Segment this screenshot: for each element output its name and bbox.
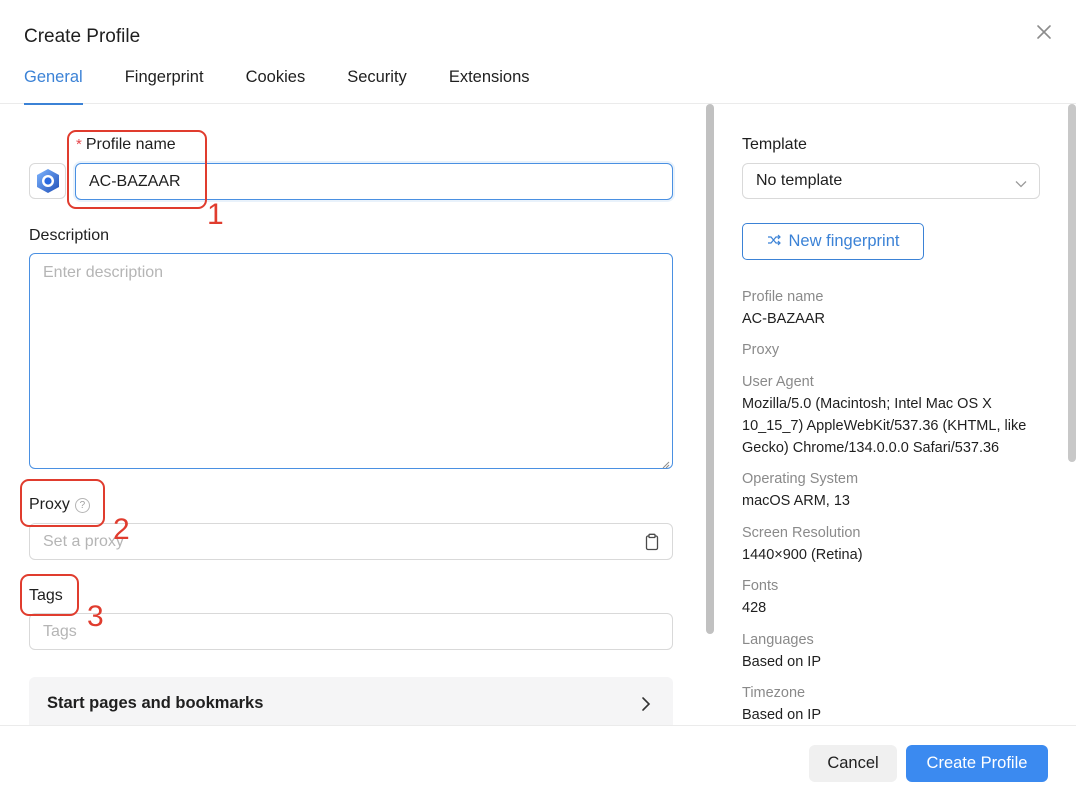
- info-fonts: Fonts 428: [742, 575, 1052, 619]
- template-label: Template: [742, 136, 807, 153]
- info-value: AC-BAZAAR: [742, 311, 825, 327]
- template-select[interactable]: No template: [742, 163, 1040, 199]
- proxy-label-text: Proxy: [29, 496, 70, 513]
- chevron-right-icon: [640, 695, 652, 713]
- chevron-down-icon: [1015, 176, 1027, 188]
- help-icon[interactable]: ?: [74, 498, 90, 513]
- description-label: Description: [29, 227, 110, 244]
- tab-cookies[interactable]: Cookies: [246, 66, 306, 104]
- info-key: Profile name: [742, 289, 824, 305]
- info-profile-name: Profile name AC-BAZAAR: [742, 286, 1052, 330]
- profile-name-label: * Profile name: [76, 135, 176, 155]
- general-form: *Profile name Description Proxy? Tags St…: [0, 104, 700, 725]
- info-key: Screen Resolution: [742, 525, 861, 541]
- info-operating-system: Operating System macOS ARM, 13: [742, 468, 1052, 512]
- dialog-footer: Cancel Create Profile: [0, 725, 1076, 800]
- resize-grip-icon[interactable]: [660, 456, 670, 469]
- tab-general[interactable]: General: [24, 66, 83, 105]
- info-value: Based on IP: [742, 654, 821, 670]
- profile-name-input[interactable]: [75, 163, 673, 200]
- info-value: 428: [742, 600, 767, 616]
- info-proxy: Proxy: [742, 339, 1052, 361]
- info-key: Operating System: [742, 471, 859, 487]
- shuffle-icon: [767, 232, 781, 251]
- close-icon[interactable]: [1032, 20, 1056, 44]
- info-key: Languages: [742, 632, 814, 648]
- tab-bar: General Fingerprint Cookies Security Ext…: [24, 66, 572, 105]
- create-profile-button[interactable]: Create Profile: [906, 745, 1048, 782]
- tags-input[interactable]: [29, 613, 673, 650]
- dialog-title: Create Profile: [24, 26, 141, 47]
- info-user-agent: User Agent Mozilla/5.0 (Macintosh; Intel…: [742, 371, 1052, 459]
- info-value: macOS ARM, 13: [742, 493, 850, 509]
- info-languages: Languages Based on IP: [742, 629, 1052, 673]
- tab-extensions[interactable]: Extensions: [449, 66, 530, 104]
- start-pages-section[interactable]: Start pages and bookmarks: [29, 677, 673, 725]
- dialog-header: Create Profile General Fingerprint Cooki…: [0, 0, 1076, 105]
- info-key: Timezone: [742, 685, 806, 701]
- clipboard-icon[interactable]: [644, 533, 660, 551]
- profile-summary-panel: Template No template New fingerprint Pro…: [714, 104, 1076, 725]
- new-fingerprint-label: New fingerprint: [788, 232, 900, 250]
- info-value: Mozilla/5.0 (Macintosh; Intel Mac OS X 1…: [742, 396, 1027, 456]
- right-scrollbar[interactable]: [1068, 104, 1076, 462]
- profile-name-label-text: Profile name: [85, 136, 176, 153]
- proxy-label: Proxy?: [29, 495, 90, 515]
- start-pages-label: Start pages and bookmarks: [47, 694, 264, 712]
- info-screen-resolution: Screen Resolution 1440×900 (Retina): [742, 522, 1052, 566]
- template-select-value: No template: [756, 172, 843, 189]
- description-input[interactable]: [29, 253, 673, 469]
- info-value: 1440×900 (Retina): [742, 547, 863, 563]
- info-key: Proxy: [742, 342, 780, 358]
- info-timezone: Timezone Based on IP: [742, 682, 1052, 725]
- required-mark: *: [76, 136, 82, 153]
- profile-avatar-icon[interactable]: [29, 163, 66, 199]
- info-key: Fonts: [742, 578, 779, 594]
- left-scrollbar[interactable]: [706, 104, 714, 634]
- annotation-number-2: 2: [113, 513, 130, 546]
- tags-label: Tags: [29, 587, 63, 604]
- annotation-number-1: 1: [207, 198, 224, 231]
- info-key: User Agent: [742, 374, 814, 390]
- tab-fingerprint[interactable]: Fingerprint: [125, 66, 204, 104]
- info-value: Based on IP: [742, 707, 821, 723]
- annotation-number-3: 3: [87, 600, 104, 633]
- new-fingerprint-button[interactable]: New fingerprint: [742, 223, 924, 260]
- tab-security[interactable]: Security: [347, 66, 407, 104]
- cancel-button[interactable]: Cancel: [809, 745, 897, 782]
